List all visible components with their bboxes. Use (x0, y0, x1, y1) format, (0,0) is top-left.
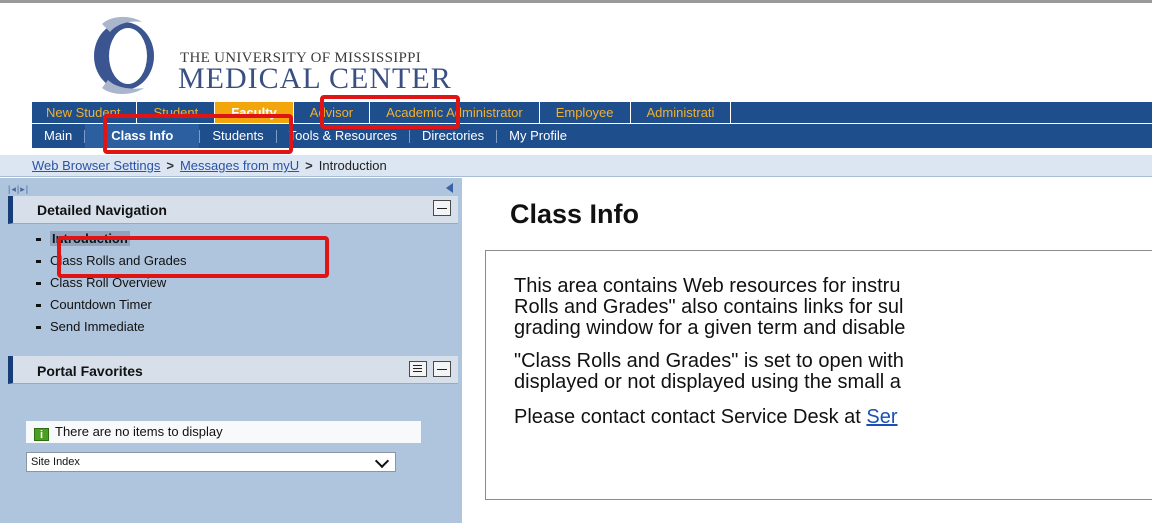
detailed-navigation-list: Introduction Class Rolls and Grades Clas… (36, 228, 187, 338)
nav-item-label: Send Immediate (50, 319, 145, 334)
collapse-sidebar-icon[interactable] (446, 183, 453, 193)
content-text-line: "Class Rolls and Grades" is set to open … (514, 350, 904, 372)
logo-medical-center-text: MEDICAL CENTER (178, 62, 452, 95)
nav-item-class-roll-overview[interactable]: Class Roll Overview (36, 272, 187, 294)
chevron-down-icon (374, 453, 390, 469)
minimize-icon[interactable] (433, 361, 451, 377)
service-desk-link[interactable]: Ser (866, 406, 897, 428)
info-icon: i (34, 428, 49, 441)
content-text-line: displayed or not displayed using the sma… (514, 371, 901, 393)
tab-student[interactable]: Student (137, 102, 216, 123)
subtab-directories[interactable]: Directories (410, 124, 496, 148)
subtab-my-profile[interactable]: My Profile (497, 124, 579, 148)
breadcrumb-messages-from-myu[interactable]: Messages from myU (180, 158, 299, 173)
content-text-line: This area contains Web resources for ins… (514, 275, 901, 297)
nav-item-label: Countdown Timer (50, 297, 152, 312)
detailed-navigation-title: Detailed Navigation (37, 202, 167, 218)
breadcrumb: Web Browser Settings > Messages from myU… (0, 155, 1152, 177)
detailed-navigation-header: Detailed Navigation (8, 196, 458, 224)
content-text-line: grading window for a given term and disa… (514, 317, 906, 339)
site-index-value: Site Index (31, 456, 80, 468)
tab-administrator[interactable]: Administrati (631, 102, 732, 123)
breadcrumb-separator: > (166, 158, 174, 173)
contact-text: Please contact contact Service Desk at S… (514, 407, 898, 428)
subtab-main[interactable]: Main (32, 124, 84, 148)
page-title: Class Info (510, 199, 640, 229)
tab-employee[interactable]: Employee (540, 102, 631, 123)
subtab-class-info[interactable]: Class Info (85, 124, 200, 148)
content-text-line: Rolls and Grades" also contains links fo… (514, 296, 904, 318)
nav-item-label: Class Roll Overview (50, 275, 167, 290)
tab-advisor[interactable]: Advisor (294, 102, 371, 123)
favorites-empty-text: There are no items to display (55, 424, 223, 439)
sub-navigation-bar: Main Class Info Students Tools & Resourc… (32, 124, 1152, 148)
portal-page: THE UNIVERSITY OF MISSISSIPPI MEDICAL CE… (0, 0, 1152, 523)
minimize-icon[interactable] (433, 200, 451, 216)
favorites-menu-icon[interactable] (409, 361, 427, 377)
subtab-tools-resources[interactable]: Tools & Resources (277, 124, 409, 148)
subtab-students[interactable]: Students (200, 124, 275, 148)
sidebar: |◂|▸| Detailed Navigation Introduction C… (0, 178, 462, 523)
tab-faculty[interactable]: Faculty (215, 102, 294, 123)
umc-logo[interactable]: THE UNIVERSITY OF MISSISSIPPI MEDICAL CE… (60, 8, 580, 95)
top-divider (0, 0, 1152, 3)
site-index-dropdown[interactable]: Site Index (26, 452, 396, 472)
nav-item-class-rolls-and-grades[interactable]: Class Rolls and Grades (36, 250, 187, 272)
role-tab-bar: New Student Student Faculty Advisor Acad… (32, 102, 1152, 123)
content-panel: This area contains Web resources for ins… (485, 250, 1152, 500)
nav-item-countdown-timer[interactable]: Countdown Timer (36, 294, 187, 316)
breadcrumb-web-browser-settings[interactable]: Web Browser Settings (32, 158, 160, 173)
sidebar-pager[interactable]: |◂|▸| (8, 184, 29, 195)
nav-item-send-immediate[interactable]: Send Immediate (36, 316, 187, 338)
favorites-empty-message: i There are no items to display (26, 421, 421, 443)
portal-favorites-header: Portal Favorites (8, 356, 458, 384)
contact-text-label: Please contact contact Service Desk at (514, 406, 867, 428)
logo-emblem-icon (94, 16, 154, 94)
tab-academic-administrator[interactable]: Academic Administrator (370, 102, 540, 123)
nav-item-label: Introduction (50, 231, 130, 246)
nav-item-label: Class Rolls and Grades (50, 253, 187, 268)
breadcrumb-separator: > (305, 158, 313, 173)
breadcrumb-current: Introduction (318, 158, 387, 173)
nav-item-introduction[interactable]: Introduction (36, 228, 187, 250)
portal-favorites-title: Portal Favorites (37, 363, 143, 379)
tab-new-student[interactable]: New Student (32, 102, 138, 123)
